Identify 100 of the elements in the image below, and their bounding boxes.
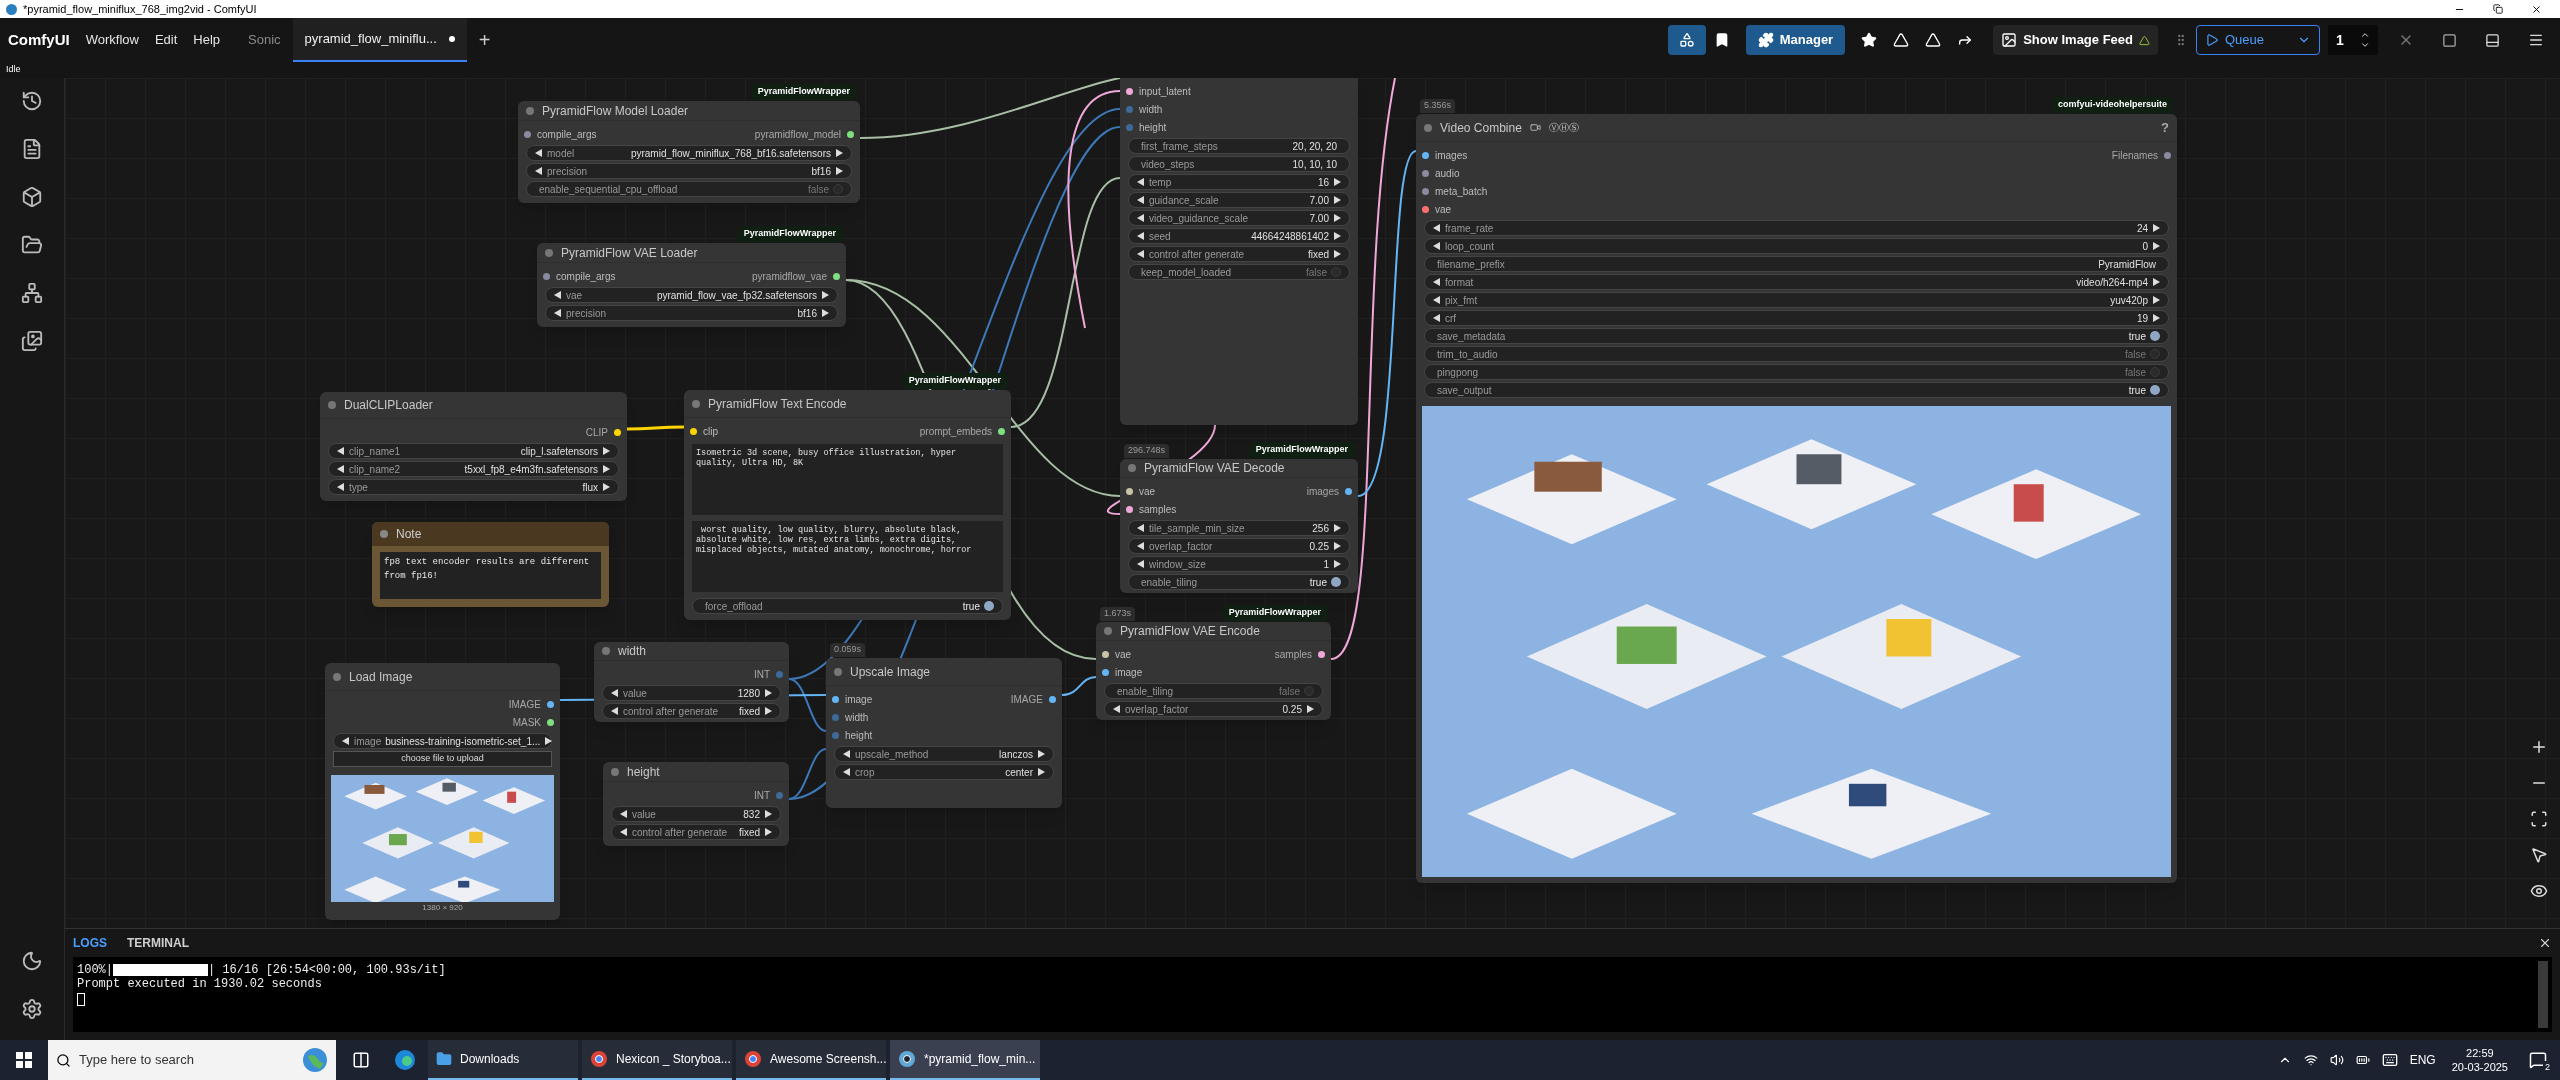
fit-view-icon[interactable] [2530, 810, 2548, 828]
triangle-icon[interactable] [1925, 32, 1942, 48]
taskbar-app[interactable]: *pyramid_flow_min... [890, 1040, 1040, 1080]
speaker-icon[interactable] [2329, 1053, 2344, 1067]
left-arrow-icon[interactable] [843, 750, 851, 758]
battery-icon[interactable] [2355, 1053, 2370, 1067]
hierarchy-icon[interactable] [21, 282, 43, 304]
right-arrow-icon[interactable] [2152, 224, 2160, 232]
left-arrow-icon[interactable] [1433, 242, 1441, 250]
notification-button[interactable]: 2 [2524, 1046, 2552, 1074]
left-arrow-icon[interactable] [1137, 524, 1145, 532]
text-widget[interactable]: filename_prefix PyramidFlow [1424, 256, 2169, 272]
node-panel[interactable]: width INT value 1280 control after generate fixed [594, 642, 789, 722]
left-arrow-icon[interactable] [342, 737, 350, 745]
prompt-field[interactable]: worst quality, low quality, blurry, absolute black, absolute white, low res, extra limbs, extra digits, misplaced objects, mutated anatomy, monochrome, horror [692, 521, 1003, 592]
left-arrow-icon[interactable] [620, 828, 628, 836]
toggle-switch[interactable]: enable_tiling true [1128, 574, 1350, 590]
prompt-field[interactable]: Isometric 3d scene, busy office illustration, hyper quality, Ultra HD, 8K [692, 444, 1003, 515]
right-arrow-icon[interactable] [2152, 314, 2160, 322]
dropdown-widget[interactable]: image business-training-isometric-set_1... [333, 733, 552, 749]
right-arrow-icon[interactable] [1333, 250, 1341, 258]
cube-icon[interactable] [21, 186, 43, 208]
dropdown-widget[interactable]: model pyramid_flow_miniflux_768_bf16.safetensors [526, 145, 852, 161]
chevron-up-icon[interactable] [2360, 30, 2370, 40]
right-arrow-icon[interactable] [1333, 524, 1341, 532]
panel-tab[interactable]: TERMINAL [127, 934, 189, 952]
dropdown-widget[interactable]: control after generate fixed [602, 703, 781, 719]
dropdown-widget[interactable]: type flux [328, 479, 619, 495]
dropdown-widget[interactable]: seed 44664248861402 [1128, 228, 1350, 244]
node-panel[interactable] [1120, 78, 1358, 425]
workflow-tab[interactable]: Sonic [236, 18, 293, 62]
right-arrow-icon[interactable] [835, 167, 843, 175]
clock[interactable]: 22:59 20-03-2025 [2447, 1046, 2512, 1074]
toggle-switch[interactable]: force_offload true [692, 598, 1003, 614]
app-name[interactable]: ComfyUI [8, 28, 70, 52]
menu-icon[interactable] [2528, 32, 2544, 48]
toggle-switch[interactable]: keep_model_loaded false [1128, 264, 1350, 280]
left-arrow-icon[interactable] [1137, 250, 1145, 258]
dropdown-widget[interactable]: overlap_factor 0.25 [1104, 701, 1323, 717]
left-arrow-icon[interactable] [337, 447, 345, 455]
left-arrow-icon[interactable] [1433, 314, 1441, 322]
windows-logo-icon[interactable] [16, 1052, 32, 1068]
dropdown-widget[interactable]: loop_count 0 [1424, 238, 2169, 254]
right-arrow-icon[interactable] [764, 810, 772, 818]
left-arrow-icon[interactable] [843, 768, 851, 776]
right-arrow-icon[interactable] [821, 291, 829, 299]
chevron-down-icon[interactable] [2360, 40, 2370, 50]
text-widget[interactable]: video_steps 10, 10, 10 [1128, 156, 1350, 172]
node-panel[interactable]: height INT value 832 control after generate fixed [603, 762, 789, 846]
dropdown-widget[interactable]: pix_fmt yuv420p [1424, 292, 2169, 308]
moon-icon[interactable] [21, 950, 43, 972]
folder-icon[interactable] [21, 234, 43, 256]
dropdown-widget[interactable]: clip_name1 clip_l.safetensors [328, 443, 619, 459]
node-panel[interactable]: Load Image IMAGE MASK image business-training-isometric-set_1... choose file to upload 1380 × 920 [325, 663, 560, 920]
right-arrow-icon[interactable] [602, 447, 610, 455]
eye-icon[interactable] [2530, 882, 2548, 900]
panel-icon[interactable] [2442, 32, 2457, 48]
right-arrow-icon[interactable] [1333, 560, 1341, 568]
dropdown-widget[interactable]: video_guidance_scale 7.00 [1128, 210, 1350, 226]
left-arrow-icon[interactable] [337, 465, 345, 473]
right-arrow-icon[interactable] [602, 465, 610, 473]
images-icon[interactable] [21, 330, 43, 352]
left-arrow-icon[interactable] [1137, 178, 1145, 186]
dropdown-widget[interactable]: temp 16 [1128, 174, 1350, 190]
right-arrow-icon[interactable] [2152, 242, 2160, 250]
left-arrow-icon[interactable] [1137, 214, 1145, 222]
image-feed-button[interactable]: Show Image Feed [1993, 25, 2158, 55]
left-arrow-icon[interactable] [611, 707, 619, 715]
right-arrow-icon[interactable] [1333, 196, 1341, 204]
right-arrow-icon[interactable] [1306, 705, 1314, 713]
triangle-icon[interactable] [1893, 32, 1910, 48]
dropdown-widget[interactable]: value 1280 [602, 685, 781, 701]
toggle-switch[interactable]: trim_to_audio false [1424, 346, 2169, 362]
menu-item[interactable]: Edit [154, 30, 178, 50]
dropdown-widget[interactable]: guidance_scale 7.00 [1128, 192, 1350, 208]
dropdown-widget[interactable]: format video/h264-mp4 [1424, 274, 2169, 290]
toggle-switch[interactable]: enable_sequential_cpu_offload false [526, 181, 852, 197]
document-icon[interactable] [21, 138, 43, 160]
dropdown-widget[interactable]: window_size 1 [1128, 556, 1350, 572]
new-tab-button[interactable]: + [466, 25, 503, 55]
right-arrow-icon[interactable] [764, 689, 772, 697]
right-arrow-icon[interactable] [2152, 278, 2160, 286]
help-label[interactable]: ? [2161, 117, 2169, 138]
right-arrow-icon[interactable] [1333, 178, 1341, 186]
taskbar-app[interactable]: Downloads [428, 1040, 578, 1080]
left-arrow-icon[interactable] [611, 689, 619, 697]
workflow-tab[interactable]: pyramid_flow_miniflu... [292, 18, 467, 62]
task-view-icon[interactable] [352, 1051, 370, 1069]
left-arrow-icon[interactable] [1433, 296, 1441, 304]
dropdown-widget[interactable]: clip_name2 t5xxl_fp8_e4m3fn.safetensors [328, 461, 619, 477]
pointer-icon[interactable] [2530, 846, 2548, 864]
right-arrow-icon[interactable] [602, 483, 610, 491]
dropdown-widget[interactable]: upscale_method lanczos [834, 746, 1054, 762]
right-arrow-icon[interactable] [835, 149, 843, 157]
dropdown-widget[interactable]: control after generate fixed [611, 824, 781, 840]
queue-button[interactable]: Queue [2196, 25, 2320, 55]
right-arrow-icon[interactable] [1037, 768, 1045, 776]
right-arrow-icon[interactable] [764, 707, 772, 715]
right-arrow-icon[interactable] [1333, 232, 1341, 240]
right-arrow-icon[interactable] [2152, 296, 2160, 304]
